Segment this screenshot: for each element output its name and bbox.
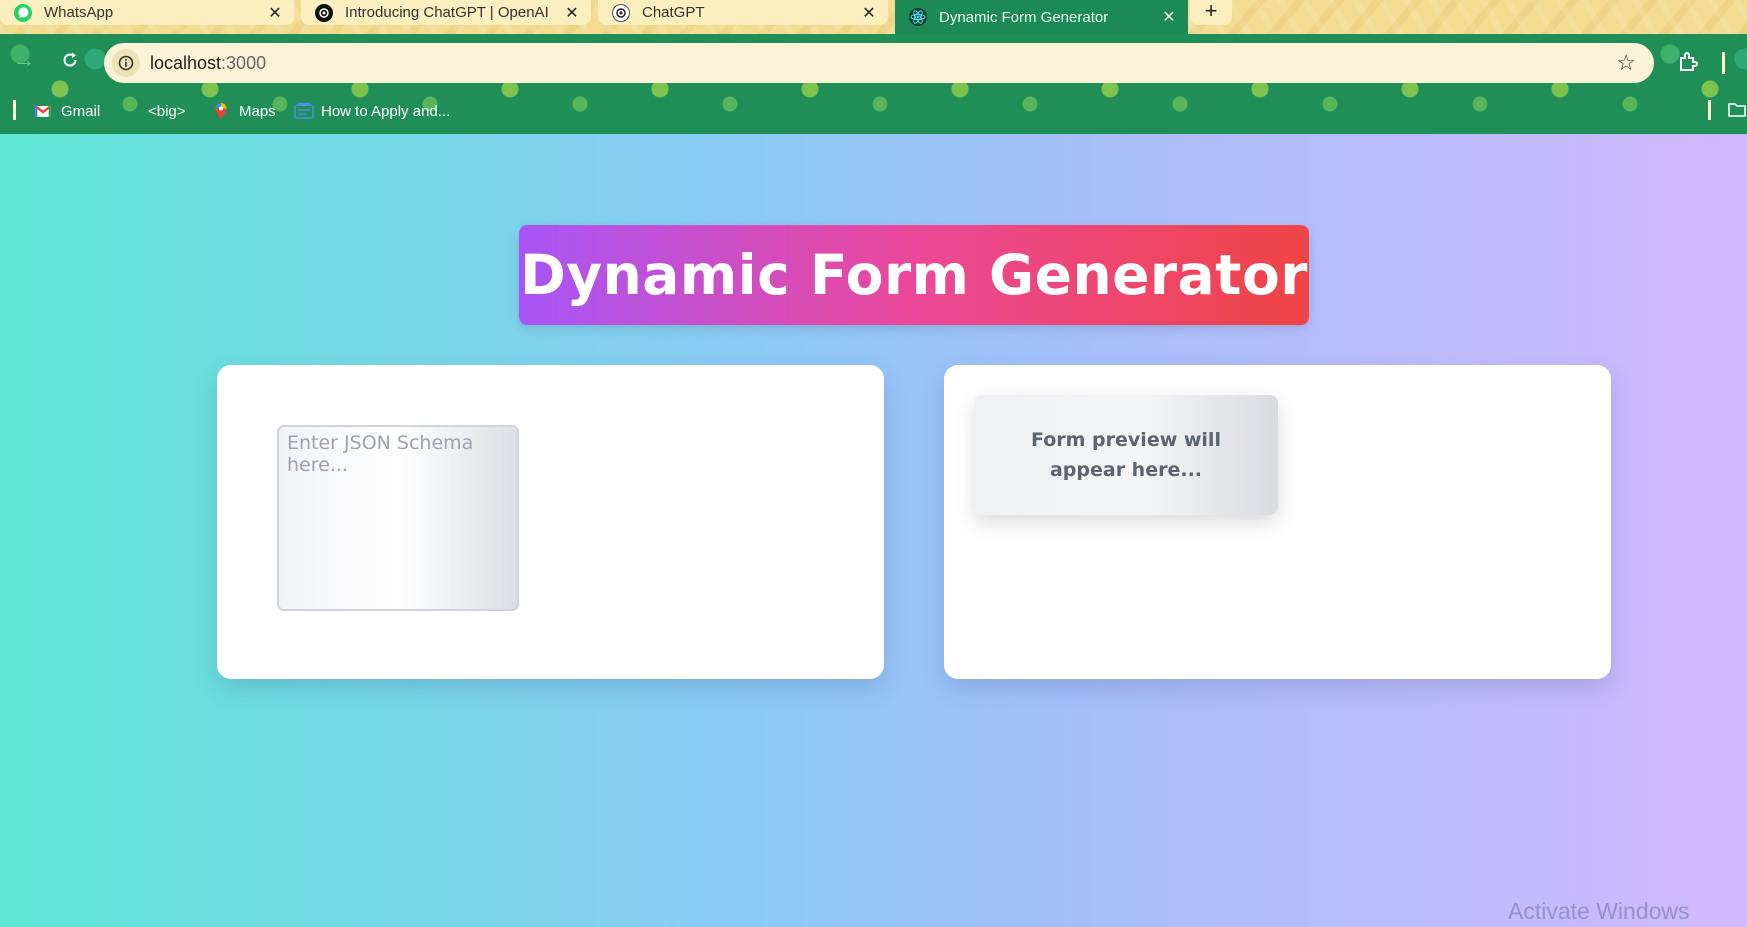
url-text[interactable]: localhost:3000: [150, 43, 266, 83]
page-content: Dynamic Form Generator Form preview will…: [0, 134, 1747, 927]
activate-windows-watermark: Activate Windows: [1508, 898, 1690, 924]
bookmark-star-icon[interactable]: ☆: [1616, 51, 1636, 75]
gmail-icon: [34, 102, 52, 120]
tab-introducing-chatgpt[interactable]: Introducing ChatGPT | OpenAI ✕: [301, 0, 591, 25]
tab-title: WhatsApp: [44, 4, 114, 21]
bookmark-big[interactable]: <big>: [122, 99, 186, 123]
bookmark-gmail[interactable]: Gmail: [34, 99, 100, 123]
openai-icon: [612, 3, 630, 22]
bookmark-maps[interactable]: Maps: [212, 99, 276, 123]
new-tab-button[interactable]: +: [1190, 0, 1232, 25]
bookmark-how-to-apply[interactable]: How to Apply and...: [294, 99, 450, 123]
maps-icon: [212, 102, 230, 120]
whatsapp-icon: [14, 3, 32, 22]
schema-editor-card: [217, 365, 884, 679]
tab-chatgpt[interactable]: ChatGPT ✕: [598, 0, 888, 25]
tab-title: Introducing ChatGPT | OpenAI: [345, 4, 549, 21]
preview-placeholder-text: Form preview will appear here...: [1031, 429, 1221, 481]
close-icon[interactable]: ✕: [860, 3, 878, 23]
title-banner: Dynamic Form Generator: [519, 225, 1309, 325]
reload-icon[interactable]: [56, 46, 84, 74]
url-host: localhost: [150, 53, 222, 73]
bookmarks-bar: Gmail <big> Maps How to Apply and...: [0, 96, 1747, 126]
toolbar-divider: [1722, 52, 1725, 74]
address-bar[interactable]: localhost:3000 ☆: [104, 43, 1654, 83]
page-title: Dynamic Form Generator: [520, 243, 1308, 307]
folder-icon[interactable]: [1727, 100, 1747, 125]
form-preview-card: Form preview will appear here...: [944, 365, 1611, 679]
bookmark-divider: [1708, 100, 1711, 120]
forward-icon[interactable]: →: [10, 46, 38, 74]
close-icon[interactable]: ✕: [563, 3, 581, 23]
close-icon[interactable]: ✕: [1160, 7, 1178, 27]
openai-icon: [315, 3, 333, 22]
site-info-icon[interactable]: [112, 49, 140, 77]
react-icon: [909, 8, 927, 26]
bookmark-label: How to Apply and...: [321, 102, 451, 120]
bookmark-divider: [13, 100, 16, 120]
tab-title: Dynamic Form Generator: [939, 8, 1109, 26]
tab-dynamic-form-generator[interactable]: Dynamic Form Generator ✕: [895, 0, 1188, 34]
bookmark-label: Maps: [239, 102, 276, 120]
extensions-icon[interactable]: [1676, 50, 1702, 76]
bookmark-label: Gmail: [61, 102, 101, 120]
json-schema-input[interactable]: [277, 425, 519, 611]
tab-title: ChatGPT: [642, 4, 705, 21]
tab-strip: WhatsApp ✕ Introducing ChatGPT | OpenAI …: [0, 0, 1747, 34]
url-port: :3000: [221, 53, 267, 73]
bookmark-label: <big>: [148, 102, 186, 120]
page-icon: [294, 102, 314, 120]
close-icon[interactable]: ✕: [266, 3, 284, 23]
tab-whatsapp[interactable]: WhatsApp ✕: [0, 0, 294, 25]
form-preview-placeholder: Form preview will appear here...: [974, 395, 1278, 515]
